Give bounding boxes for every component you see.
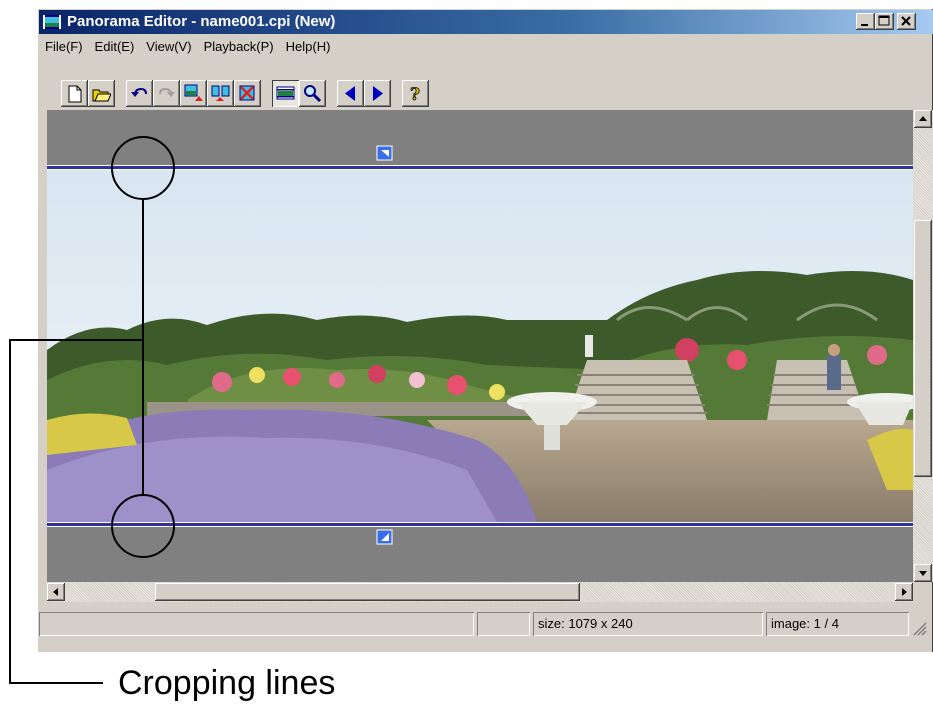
vertical-scroll-thumb[interactable] bbox=[914, 220, 932, 477]
arrow-right-icon bbox=[902, 588, 907, 596]
redo-icon bbox=[159, 87, 175, 97]
panorama-photo bbox=[47, 170, 913, 522]
menu-file[interactable]: File(F) bbox=[39, 36, 89, 58]
menu-edit[interactable]: Edit(E) bbox=[89, 36, 141, 58]
scroll-down-button[interactable] bbox=[914, 564, 932, 582]
previous-button[interactable] bbox=[337, 80, 364, 107]
new-document-icon bbox=[68, 85, 82, 103]
new-button[interactable] bbox=[61, 80, 88, 107]
undo-icon bbox=[131, 87, 147, 97]
open-button[interactable] bbox=[88, 80, 115, 107]
close-button[interactable] bbox=[897, 13, 916, 30]
help-icon: ? bbox=[410, 85, 421, 103]
undo-button[interactable] bbox=[126, 80, 153, 107]
delete-image-button[interactable] bbox=[234, 80, 261, 107]
status-message-pane bbox=[39, 612, 474, 636]
arrow-up-icon bbox=[919, 116, 927, 121]
arrow-left-icon bbox=[53, 588, 58, 596]
vertical-scrollbar[interactable] bbox=[913, 110, 933, 582]
minimize-icon bbox=[861, 24, 868, 26]
maximize-button[interactable] bbox=[875, 13, 894, 30]
title-bar[interactable]: Panorama Editor - name001.cpi (New) bbox=[39, 10, 933, 34]
status-blank-pane bbox=[477, 612, 530, 636]
horizontal-scrollbar[interactable] bbox=[47, 582, 913, 602]
crop-view-button[interactable] bbox=[272, 80, 299, 107]
next-button[interactable] bbox=[364, 80, 391, 107]
menu-playback[interactable]: Playback(P) bbox=[198, 36, 280, 58]
open-folder-icon bbox=[92, 89, 111, 102]
status-bar: size: 1079 x 240 image: 1 / 4 bbox=[37, 610, 933, 640]
swap-images-button[interactable] bbox=[207, 80, 234, 107]
menu-bar: File(F) Edit(E) View(V) Playback(P) Help(H) bbox=[39, 36, 336, 58]
panorama-image[interactable] bbox=[47, 170, 913, 522]
app-icon bbox=[43, 15, 61, 29]
next-icon bbox=[373, 86, 383, 101]
scroll-left-button[interactable] bbox=[47, 583, 65, 601]
previous-icon bbox=[345, 86, 355, 101]
window-title: Panorama Editor - name001.cpi (New) bbox=[67, 13, 336, 30]
menu-help[interactable]: Help(H) bbox=[280, 36, 337, 58]
crop-view-icon bbox=[276, 86, 295, 100]
close-icon bbox=[901, 16, 911, 26]
insert-image-button[interactable] bbox=[180, 80, 207, 107]
status-size: size: 1079 x 240 bbox=[533, 612, 763, 636]
status-image-index: image: 1 / 4 bbox=[766, 612, 909, 636]
cropping-lines-label: Cropping lines bbox=[118, 664, 336, 702]
insert-image-icon bbox=[184, 84, 203, 101]
arrow-down-icon bbox=[919, 571, 927, 576]
svg-text:?: ? bbox=[410, 85, 420, 103]
swap-images-icon bbox=[211, 85, 230, 101]
minimize-button[interactable] bbox=[856, 13, 875, 30]
redo-button bbox=[153, 80, 180, 107]
zoom-button[interactable] bbox=[299, 80, 326, 107]
resize-grip-icon[interactable] bbox=[911, 620, 927, 636]
maximize-icon bbox=[878, 15, 890, 26]
zoom-icon bbox=[304, 85, 322, 103]
horizontal-scroll-thumb[interactable] bbox=[155, 583, 580, 601]
scroll-up-button[interactable] bbox=[914, 110, 932, 128]
scroll-right-button[interactable] bbox=[895, 583, 913, 601]
help-button[interactable]: ? bbox=[402, 80, 429, 107]
menu-view[interactable]: View(V) bbox=[140, 36, 197, 58]
delete-image-icon bbox=[239, 85, 255, 101]
